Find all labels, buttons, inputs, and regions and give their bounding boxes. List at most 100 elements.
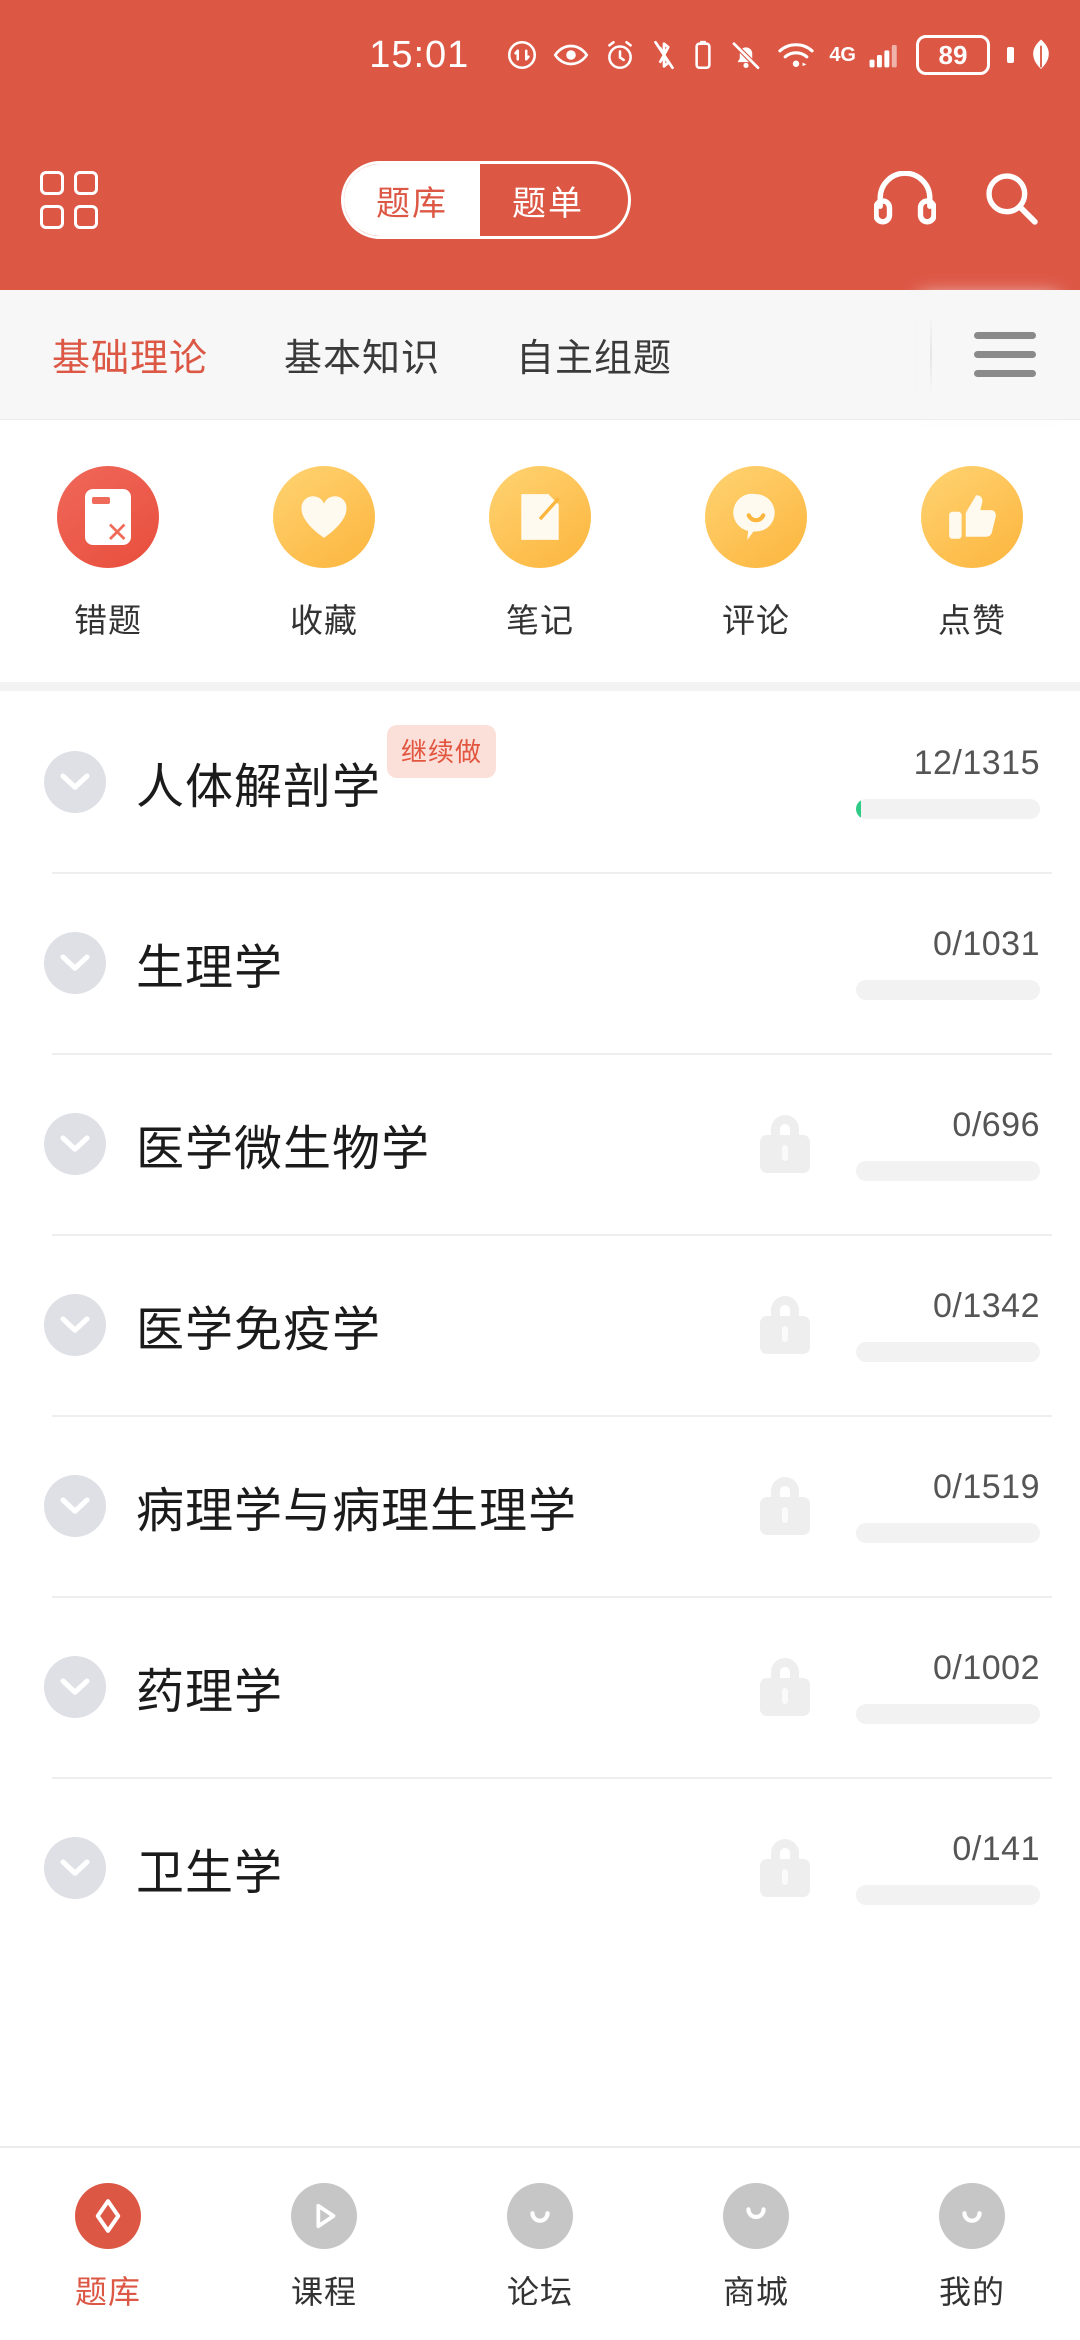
progress-count: 0/1002 — [933, 1649, 1040, 1687]
tab-basic-theory[interactable]: 基础理论 — [0, 327, 246, 382]
grid-menu-icon[interactable] — [40, 171, 98, 229]
progress-track — [856, 1342, 1040, 1362]
subject-title: 医学免疫学 — [136, 1303, 382, 1357]
quick-action-favorites[interactable]: 收藏 — [216, 466, 432, 642]
bottom-navigation: 题库 课程 论坛 商城 我的 — [0, 2146, 1080, 2340]
table-row[interactable]: 药理学 0/1002 — [0, 1596, 1080, 1777]
bottom-nav-label: 课程 — [290, 2274, 357, 2310]
progress-count: 0/696 — [952, 1106, 1040, 1144]
lock-keyhole — [782, 1687, 788, 1704]
leaf-icon — [1028, 38, 1054, 72]
lock-keyhole — [782, 1868, 788, 1885]
progress-count: 12/1315 — [913, 744, 1040, 782]
subject-progress: 0/1519 — [856, 1468, 1040, 1543]
bottom-nav-item-courses[interactable]: 课程 — [216, 2183, 432, 2313]
search-icon[interactable] — [982, 169, 1040, 232]
bottom-nav-label: 商城 — [722, 2274, 789, 2310]
quick-action-label: 点赞 — [938, 602, 1006, 639]
headphone-icon[interactable] — [873, 170, 937, 230]
bottom-nav-label: 论坛 — [506, 2274, 573, 2310]
quick-action-wrong-questions[interactable]: 错题 — [0, 466, 216, 642]
subject-progress: 12/1315 — [856, 744, 1040, 819]
network-type-label: 4G — [829, 44, 856, 66]
subject-progress: 0/1031 — [856, 925, 1040, 1000]
lock-icon — [760, 1838, 810, 1897]
chevron-down-icon[interactable] — [44, 750, 106, 813]
grid-cell — [40, 171, 64, 195]
card-glyph — [85, 489, 131, 547]
quick-action-label: 评论 — [722, 602, 790, 639]
bottom-nav-item-forum[interactable]: 论坛 — [432, 2183, 648, 2313]
lock-icon — [760, 1657, 810, 1716]
subject-title: 生理学 — [136, 941, 284, 995]
forum-chat-icon — [507, 2183, 573, 2249]
table-row[interactable]: 医学免疫学 0/1342 — [0, 1234, 1080, 1415]
tabs-expand-button[interactable] — [930, 290, 1080, 419]
quick-action-label: 错题 — [74, 602, 142, 639]
subject-progress: 0/141 — [856, 1830, 1040, 1905]
quick-action-label: 笔记 — [506, 602, 574, 639]
subject-title: 医学微生物学 — [136, 1122, 431, 1176]
lock-keyhole — [782, 1506, 788, 1523]
subject-title: 人体解剖学 — [136, 760, 382, 814]
battery-cap — [1007, 47, 1014, 63]
comment-bubble-icon — [705, 466, 807, 568]
eye-care-icon — [553, 39, 589, 71]
quick-action-notes[interactable]: 笔记 — [432, 466, 648, 642]
progress-count: 0/141 — [952, 1830, 1040, 1868]
grid-cell — [40, 205, 64, 229]
battery-percent: 89 — [938, 39, 968, 70]
table-row[interactable]: 病理学与病理生理学 0/1519 — [0, 1415, 1080, 1596]
data-transfer-icon — [505, 38, 539, 72]
quick-action-likes[interactable]: 点赞 — [864, 466, 1080, 642]
heart-icon — [273, 466, 375, 568]
battery-icon: 89 — [916, 35, 990, 75]
table-row[interactable]: 医学微生物学 0/696 — [0, 1053, 1080, 1234]
tab-custom-question-set[interactable]: 自主组题 — [478, 327, 710, 382]
chevron-down-icon[interactable] — [44, 1293, 106, 1356]
bottom-nav-item-shop[interactable]: 商城 — [648, 2183, 864, 2313]
progress-track — [856, 1523, 1040, 1543]
category-tab-bar: 基础理论 基本知识 自主组题 — [0, 290, 1080, 420]
segment-question-bank[interactable]: 题库 — [344, 164, 480, 236]
table-row[interactable]: 人体解剖学 继续做 12/1315 — [0, 691, 1080, 872]
hamburger-menu-icon — [974, 332, 1036, 377]
bottom-nav-item-question-bank[interactable]: 题库 — [0, 2183, 216, 2313]
subject-progress: 0/1342 — [856, 1287, 1040, 1362]
chevron-down-icon[interactable] — [44, 1474, 106, 1537]
app-header: 题库 题单 — [0, 110, 1080, 290]
status-badge: 继续做 — [387, 725, 497, 778]
progress-track — [856, 1885, 1040, 1905]
tab-basic-knowledge[interactable]: 基本知识 — [246, 327, 478, 382]
chevron-down-icon[interactable] — [44, 1112, 106, 1175]
progress-count: 0/1031 — [933, 925, 1040, 963]
table-row[interactable]: 生理学 0/1031 — [0, 872, 1080, 1053]
quick-action-comments[interactable]: 评论 — [648, 466, 864, 642]
table-row[interactable]: 卫生学 0/141 — [0, 1777, 1080, 1958]
chevron-down-icon[interactable] — [44, 1655, 106, 1718]
burger-line — [974, 370, 1036, 377]
subject-title: 病理学与病理生理学 — [136, 1484, 578, 1538]
wifi-icon — [777, 40, 815, 70]
progress-track — [856, 799, 1040, 819]
chevron-down-icon[interactable] — [44, 931, 106, 994]
header-actions — [873, 169, 1040, 232]
status-time: 15:01 — [369, 33, 470, 76]
subject-title: 卫生学 — [136, 1846, 284, 1900]
progress-fill — [856, 799, 861, 819]
bottom-nav-label: 题库 — [74, 2274, 141, 2310]
subject-title: 药理学 — [136, 1665, 284, 1719]
chevron-down-icon[interactable] — [44, 1836, 106, 1899]
segment-question-list[interactable]: 题单 — [480, 164, 616, 236]
progress-track — [856, 1161, 1040, 1181]
thumbs-up-icon — [921, 466, 1023, 568]
quick-action-label: 收藏 — [290, 602, 358, 639]
notification-mute-icon — [729, 38, 763, 72]
lock-icon — [760, 1295, 810, 1354]
bottom-nav-item-profile[interactable]: 我的 — [864, 2183, 1080, 2313]
mode-segmented-control[interactable]: 题库 题单 — [341, 161, 631, 239]
alarm-clock-icon — [603, 38, 637, 72]
lock-keyhole — [782, 1325, 788, 1342]
burger-line — [974, 351, 1036, 358]
subject-progress: 0/1002 — [856, 1649, 1040, 1724]
